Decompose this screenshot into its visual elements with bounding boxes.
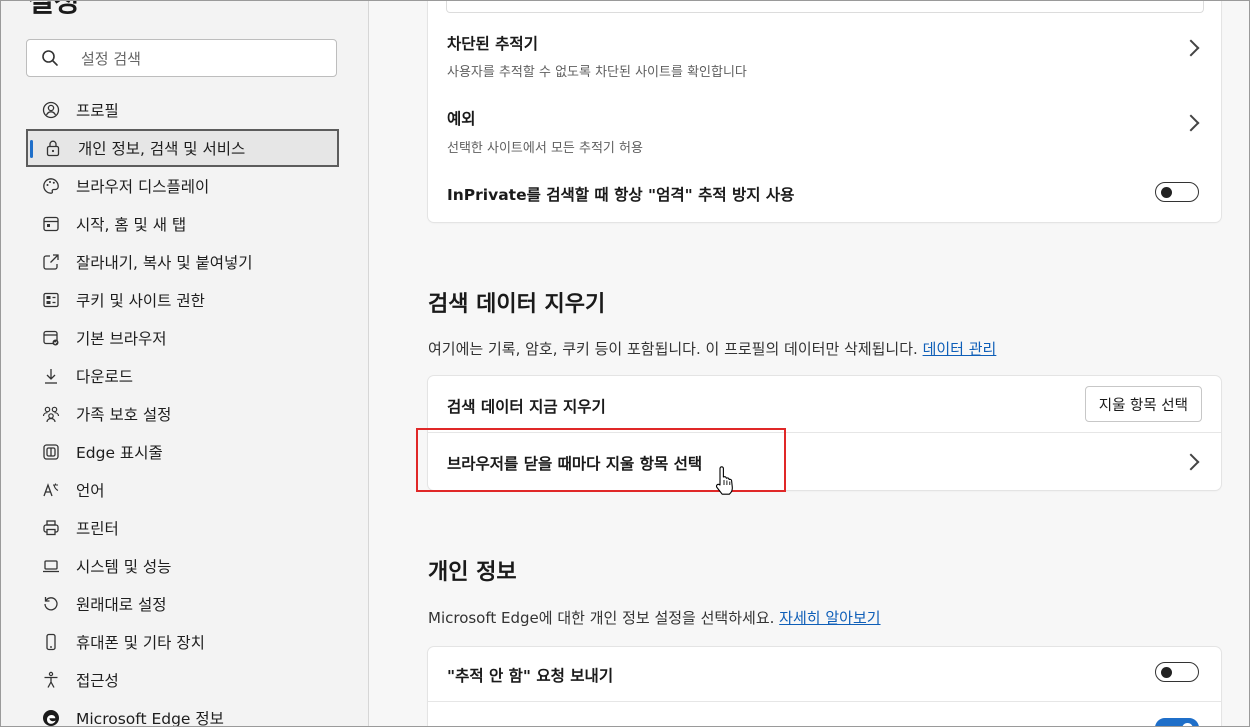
sidebar-item-label: Microsoft Edge 정보 [76,710,224,727]
privacy-description: Microsoft Edge에 대한 개인 정보 설정을 선택하세요. 자세히 … [428,607,881,628]
sidebar-item-label: 원래대로 설정 [76,596,167,614]
divider [428,701,1221,702]
next-setting-toggle[interactable] [1155,718,1199,727]
sidebar-item-label: 잘라내기, 복사 및 붙여넣기 [76,254,253,272]
clear-on-close-row[interactable]: 브라우저를 닫을 때마다 지울 항목 선택 [428,433,1221,490]
accessibility-icon [41,670,61,690]
sidebar-item-share-copy[interactable]: 잘라내기, 복사 및 붙여넣기 [26,243,339,281]
sidebar-title: 설정 [28,0,80,18]
tracking-level-box [446,0,1204,13]
privacy-section-title: 개인 정보 [428,560,517,585]
sidebar-item-profile[interactable]: 프로필 [26,91,339,129]
exceptions-row[interactable]: 예외 선택한 사이트에서 모든 추적기 허용 [428,100,1221,164]
sidebar-item-label: 기본 브라우저 [76,330,167,348]
sidebar-item-accessibility[interactable]: 접근성 [26,661,339,699]
sidebar-item-downloads[interactable]: 다운로드 [26,357,339,395]
clear-on-close-label: 브라우저를 닫을 때마다 지울 항목 선택 [447,455,703,473]
sidebar-item-cookies[interactable]: 쿠키 및 사이트 권한 [26,281,339,319]
sidebar-item-languages[interactable]: 언어 [26,471,339,509]
sidebar-item-label: 쿠키 및 사이트 권한 [76,292,205,310]
sidebar-item-edge-bar[interactable]: Edge 표시줄 [26,433,339,471]
sidebar-item-label: 언어 [76,482,105,500]
blocked-trackers-title: 차단된 추적기 [447,35,538,53]
edge-logo-icon [41,708,61,727]
hand-cursor-icon [715,466,733,495]
settings-main: 차단된 추적기 사용자를 추적할 수 없도록 차단된 사이트를 확인합니다 예외… [369,0,1250,727]
language-icon [41,480,61,500]
do-not-track-toggle[interactable] [1155,662,1199,682]
clear-data-section-title: 검색 데이터 지우기 [428,292,606,317]
sidebar-item-system[interactable]: 시스템 및 성능 [26,547,339,585]
blocked-trackers-subtitle: 사용자를 추적할 수 없도록 차단된 사이트를 확인합니다 [447,65,747,80]
settings-sidebar: 설정 프로필 개인 정보, 검색 및 서비스 브라우저 디스플레이 [0,0,369,727]
clear-data-description-text: 여기에는 기록, 암호, 쿠키 등이 포함됩니다. 이 프로필의 데이터만 삭제… [428,340,918,358]
privacy-description-text: Microsoft Edge에 대한 개인 정보 설정을 선택하세요. [428,609,775,627]
exceptions-subtitle: 선택한 사이트에서 모든 추적기 허용 [447,141,643,156]
settings-nav: 프로필 개인 정보, 검색 및 서비스 브라우저 디스플레이 시작, 홈 및 새… [26,91,339,727]
blocked-trackers-row[interactable]: 차단된 추적기 사용자를 추적할 수 없도록 차단된 사이트를 확인합니다 [428,24,1221,88]
edge-bar-icon [41,442,61,462]
sidebar-item-phone[interactable]: 휴대폰 및 기타 장치 [26,623,339,661]
palette-icon [41,176,61,196]
cookie-icon [41,290,61,310]
laptop-icon [41,556,61,576]
privacy-card: "추적 안 함" 요청 보내기 [428,647,1221,727]
sidebar-item-about[interactable]: Microsoft Edge 정보 [26,699,339,727]
sidebar-item-reset[interactable]: 원래대로 설정 [26,585,339,623]
reset-icon [41,594,61,614]
sidebar-item-label: 프린터 [76,520,119,538]
sidebar-item-privacy[interactable]: 개인 정보, 검색 및 서비스 [26,129,339,167]
lock-icon [43,138,63,158]
learn-more-link[interactable]: 자세히 알아보기 [779,609,880,627]
browser-icon [41,328,61,348]
sidebar-item-printers[interactable]: 프린터 [26,509,339,547]
clear-data-now-label: 검색 데이터 지금 지우기 [447,398,606,416]
settings-search-box[interactable] [26,39,337,77]
sidebar-item-appearance[interactable]: 브라우저 디스플레이 [26,167,339,205]
settings-search-input[interactable] [79,46,323,72]
inprivate-strict-toggle[interactable] [1155,182,1199,202]
chevron-right-icon [1182,39,1200,57]
sidebar-item-label: 시스템 및 성능 [76,558,172,576]
chevron-right-icon [1182,453,1200,471]
sidebar-item-label: Edge 표시줄 [76,444,163,462]
sidebar-item-label: 접근성 [76,672,119,690]
download-icon [41,366,61,386]
sidebar-item-label: 휴대폰 및 기타 장치 [76,634,205,652]
phone-icon [41,632,61,652]
chevron-right-icon [1182,114,1200,132]
search-icon [42,50,58,66]
sidebar-item-start-home[interactable]: 시작, 홈 및 새 탭 [26,205,339,243]
do-not-track-label: "추적 안 함" 요청 보내기 [447,667,614,685]
clear-data-card: 검색 데이터 지금 지우기 지울 항목 선택 브라우저를 닫을 때마다 지울 항… [416,376,1221,492]
manage-data-link[interactable]: 데이터 관리 [923,340,997,358]
choose-what-to-clear-button[interactable]: 지울 항목 선택 [1084,386,1202,422]
sidebar-item-label: 프로필 [76,102,119,120]
sidebar-item-label: 브라우저 디스플레이 [76,178,210,196]
sidebar-item-family[interactable]: 가족 보호 설정 [26,395,339,433]
home-tab-icon [41,214,61,234]
sidebar-item-label: 개인 정보, 검색 및 서비스 [78,140,246,158]
tracking-prevention-card: 차단된 추적기 사용자를 추적할 수 없도록 차단된 사이트를 확인합니다 예외… [428,0,1221,222]
sidebar-item-default-browser[interactable]: 기본 브라우저 [26,319,339,357]
clear-data-description: 여기에는 기록, 암호, 쿠키 등이 포함됩니다. 이 프로필의 데이터만 삭제… [428,338,996,359]
profile-icon [41,100,61,120]
sidebar-item-label: 시작, 홈 및 새 탭 [76,216,187,234]
sidebar-item-label: 다운로드 [76,368,134,386]
share-icon [41,252,61,272]
exceptions-title: 예외 [447,110,476,128]
sidebar-item-label: 가족 보호 설정 [76,406,172,424]
printer-icon [41,518,61,538]
family-icon [41,404,61,424]
inprivate-strict-label: InPrivate를 검색할 때 항상 "엄격" 추적 방지 사용 [447,186,795,204]
